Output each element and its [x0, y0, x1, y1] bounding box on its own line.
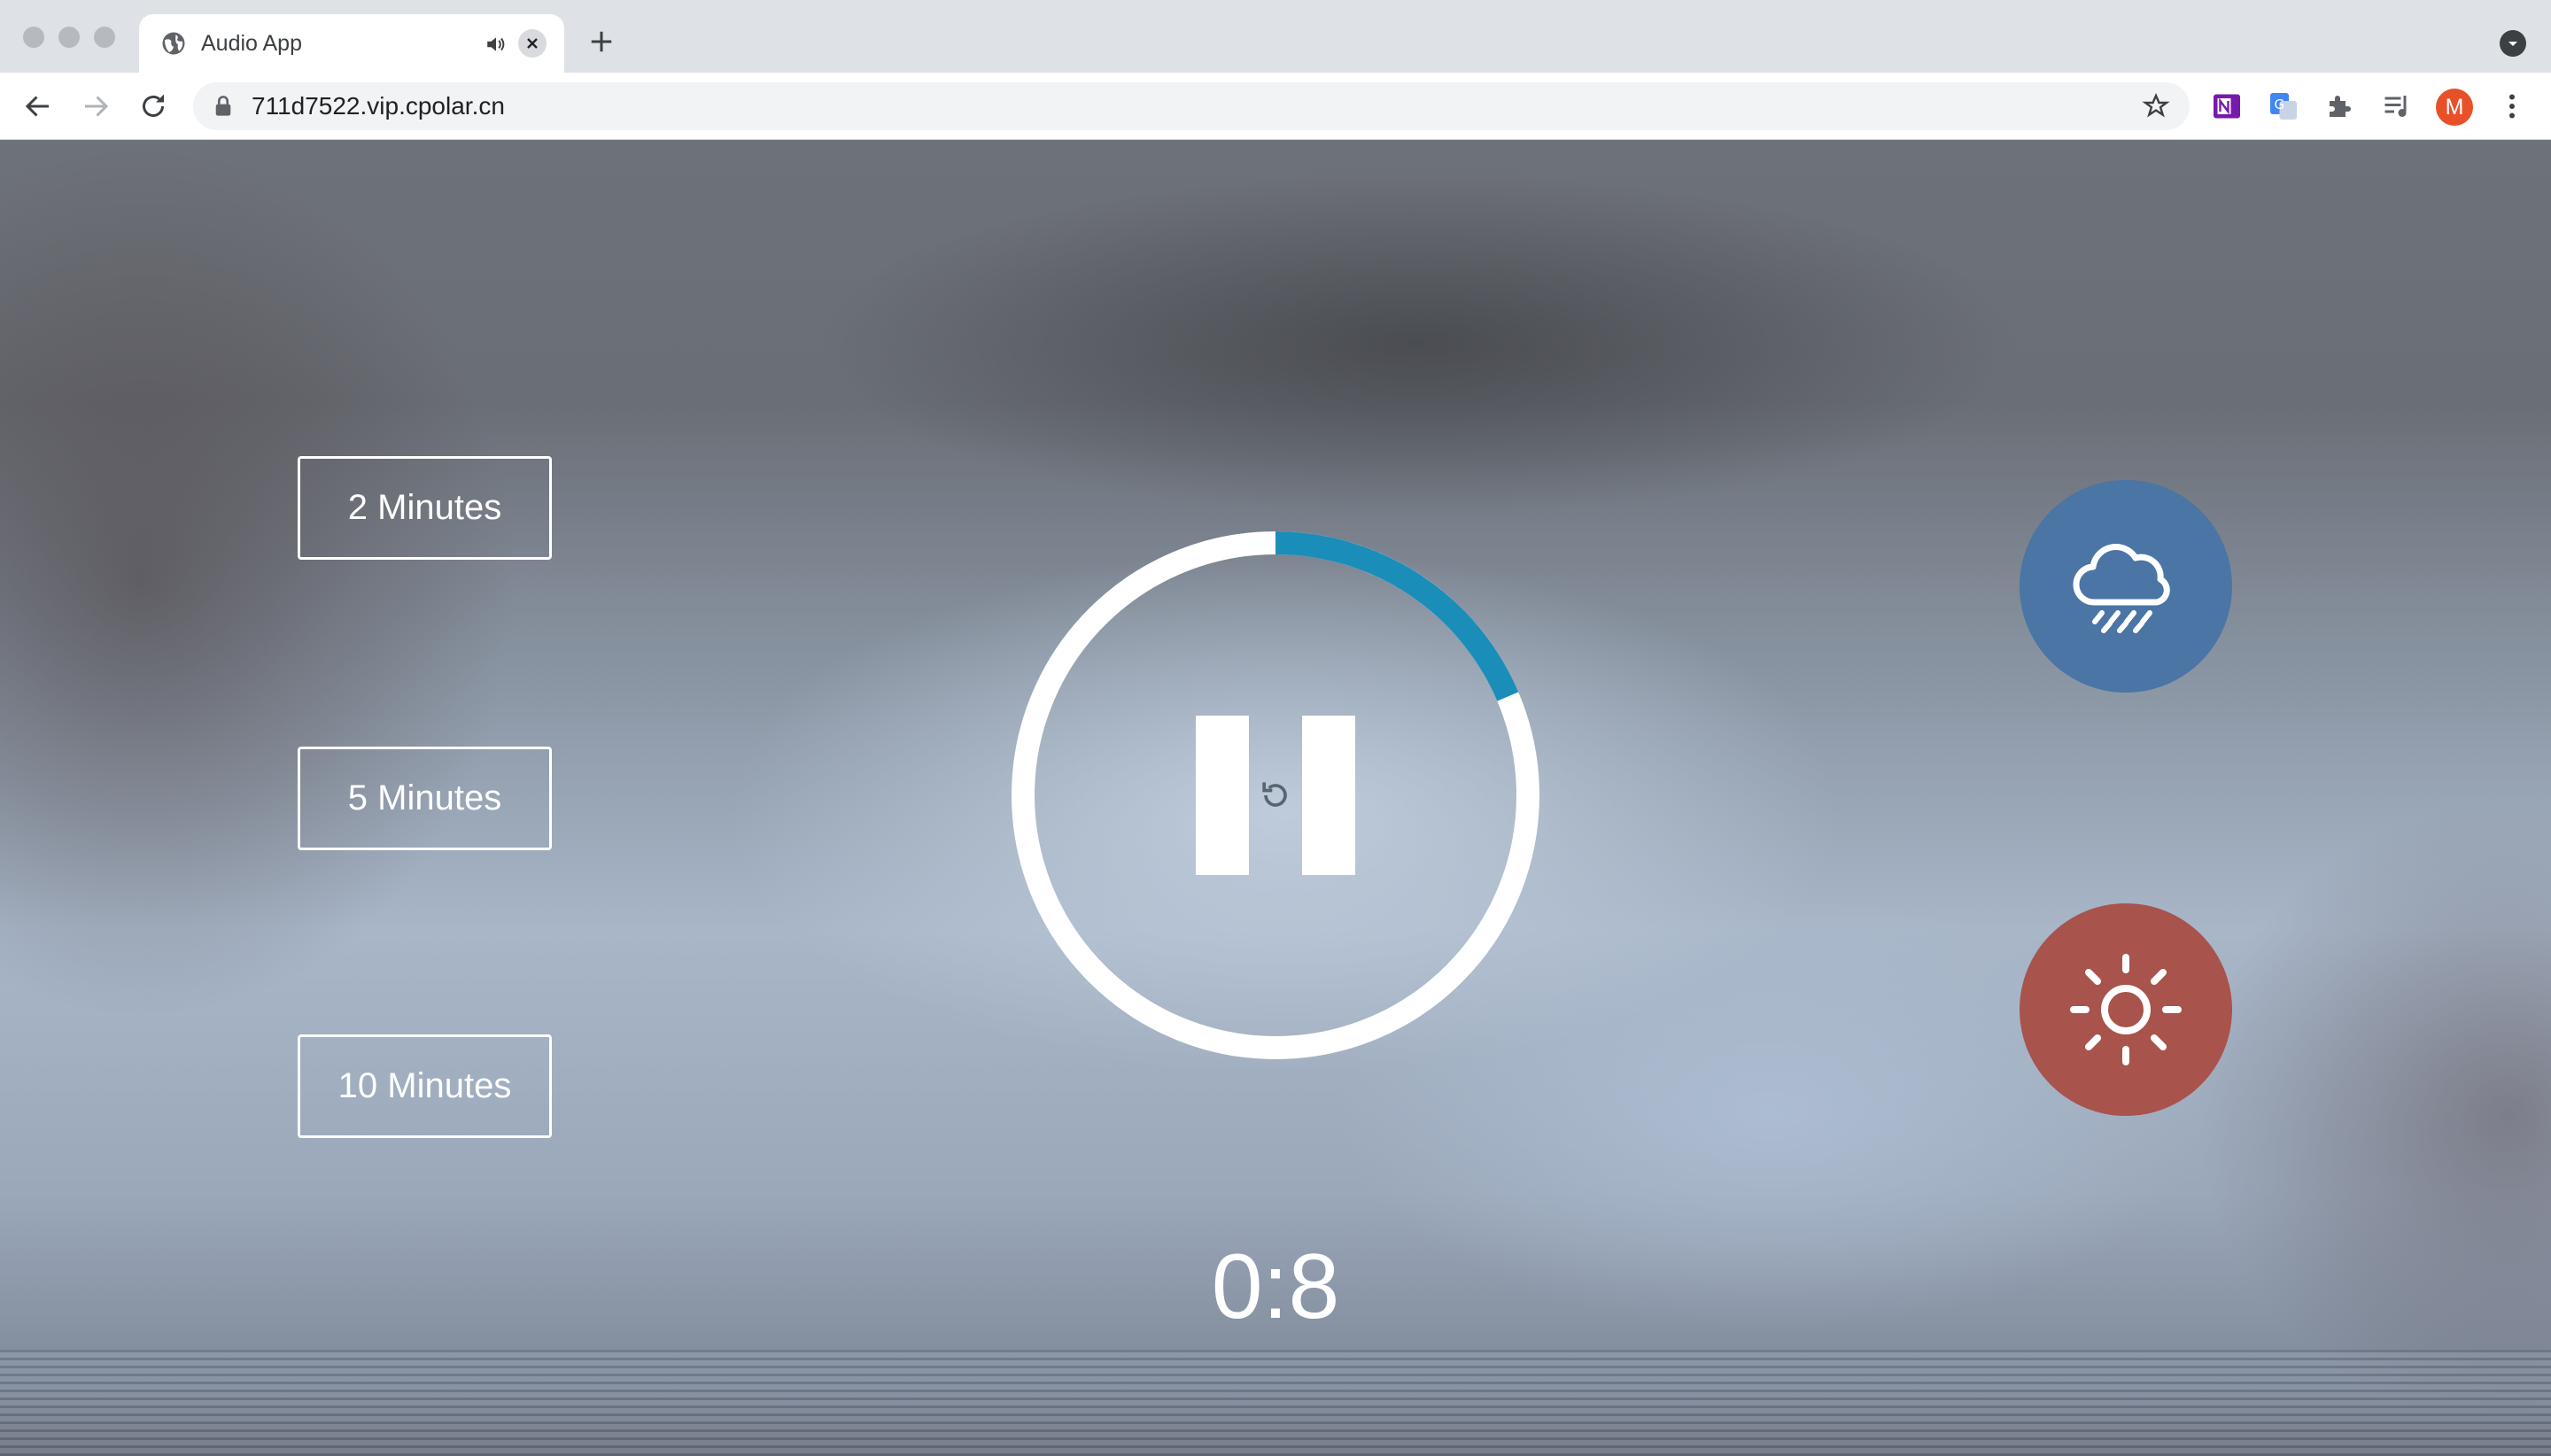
close-icon [527, 38, 538, 49]
back-arrow-icon[interactable] [22, 90, 54, 122]
pause-bar-right [1302, 716, 1355, 875]
duration-5-minutes-button[interactable]: 5 Minutes [298, 747, 552, 850]
browser-toolbar: 711d7522.vip.cpolar.cn G M [0, 73, 2551, 140]
kebab-menu-icon[interactable] [2496, 90, 2528, 122]
reload-icon[interactable] [137, 90, 169, 122]
speaker-icon[interactable] [485, 33, 508, 56]
tab-title: Audio App [201, 31, 302, 56]
address-bar[interactable]: 711d7522.vip.cpolar.cn [193, 82, 2190, 130]
translate-icon[interactable]: G [2268, 90, 2299, 122]
sun-icon [2070, 954, 2182, 1065]
audio-app-page: 2 Minutes 5 Minutes 10 Minutes 0:8 [0, 140, 2551, 1456]
globe-icon [162, 32, 185, 55]
lock-icon[interactable] [213, 95, 234, 118]
media-control-icon[interactable] [2381, 90, 2413, 122]
window-minimize-button[interactable] [58, 27, 80, 48]
duration-10-minutes-button[interactable]: 10 Minutes [298, 1034, 552, 1138]
chevron-down-icon [2508, 42, 2517, 46]
plus-icon[interactable] [588, 28, 615, 55]
window-close-button[interactable] [23, 27, 44, 48]
tab-search-button[interactable] [2500, 30, 2526, 57]
browser-tab[interactable]: Audio App [139, 14, 564, 73]
star-icon[interactable] [2142, 92, 2170, 120]
rain-sound-button[interactable] [2020, 480, 2232, 693]
profile-avatar[interactable]: M [2436, 89, 2473, 126]
window-zoom-button[interactable] [94, 27, 115, 48]
replay-icon [1262, 782, 1287, 807]
summer-sound-button[interactable] [2020, 903, 2232, 1116]
onenote-icon[interactable] [2211, 90, 2243, 122]
puzzle-icon[interactable] [2324, 90, 2356, 122]
play-pause-button[interactable] [1010, 530, 1541, 1061]
browser-tab-strip: Audio App [0, 0, 2551, 73]
duration-2-minutes-button[interactable]: 2 Minutes [298, 456, 552, 560]
tab-close-button[interactable] [518, 29, 547, 58]
svg-text:G: G [2275, 97, 2285, 112]
url-text: 711d7522.vip.cpolar.cn [252, 92, 505, 120]
forward-arrow-icon[interactable] [80, 90, 112, 122]
time-display: 0:8 [1211, 1235, 1340, 1338]
cloud-rain-icon [2073, 544, 2170, 633]
background-water [0, 1350, 2551, 1456]
pause-bar-left [1196, 716, 1249, 875]
